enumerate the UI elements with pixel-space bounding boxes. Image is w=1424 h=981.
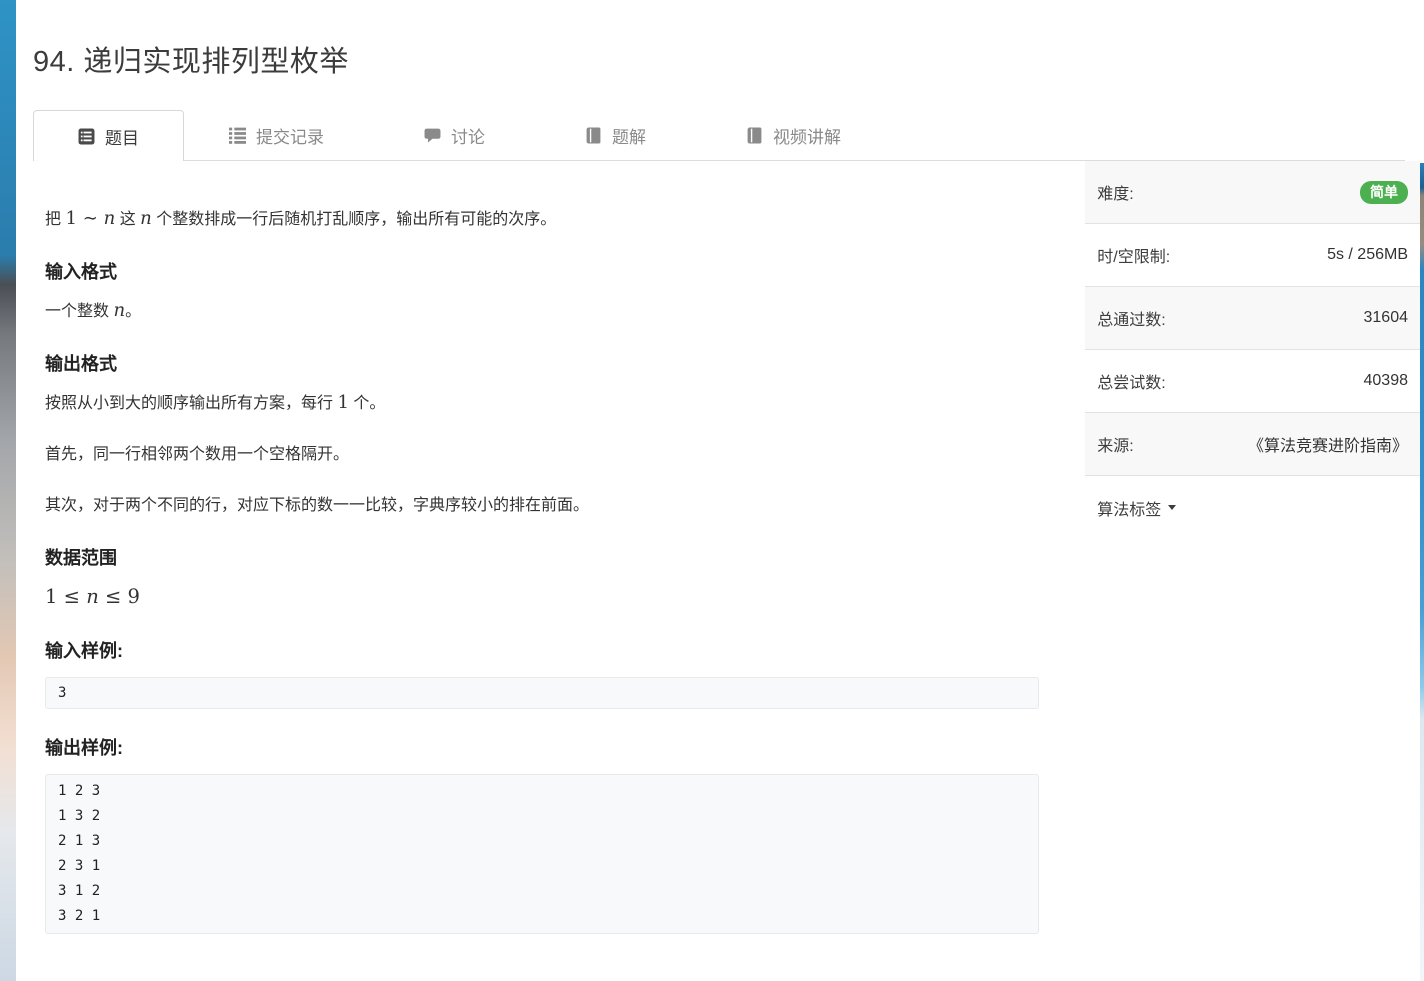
problem-statement: 把 1 ∼ n 这 n 个整数排成一行后随机打乱顺序，输出所有可能的次序。 输入… — [33, 161, 1054, 960]
output-sample-heading: 输出样例: — [45, 738, 123, 758]
input-format-text: 一个整数 n。 — [45, 300, 142, 321]
attempts-value: 40398 — [1363, 372, 1409, 389]
background-art-right — [1420, 163, 1424, 981]
limits-label: 时/空限制: — [1097, 249, 1171, 266]
tab-submissions[interactable]: 提交记录 — [229, 110, 324, 160]
tab-label: 题解 — [612, 127, 646, 147]
book-icon — [585, 127, 602, 144]
output-format-line1: 按照从小到大的顺序输出所有方案，每行 1 个。 — [45, 392, 386, 413]
tab-solutions[interactable]: 题解 — [585, 110, 646, 160]
tab-label: 视频讲解 — [773, 127, 841, 147]
list-alt-icon — [78, 128, 95, 145]
book-icon — [746, 127, 763, 144]
accepted-value: 31604 — [1363, 309, 1409, 326]
tab-label: 提交记录 — [256, 127, 324, 147]
math-one: 1 — [337, 392, 349, 413]
accepted-label: 总通过数: — [1097, 312, 1166, 329]
math-range: 1 ∼ — [65, 208, 104, 229]
sidebar-row-limits: 时/空限制: 5s / 256MB — [1085, 224, 1420, 287]
list-icon — [229, 127, 246, 144]
output-format-line3: 其次，对于两个不同的行，对应下标的数一一比较，字典序较小的排在前面。 — [45, 497, 590, 514]
output-format-line2: 首先，同一行相邻两个数用一个空格隔开。 — [45, 446, 350, 463]
comment-icon — [424, 127, 441, 144]
source-label: 来源: — [1097, 438, 1134, 455]
algorithm-tags-dropdown[interactable]: 算法标签 — [1097, 496, 1177, 520]
sidebar-row-difficulty: 难度: 简单 — [1085, 161, 1420, 224]
input-sample-heading: 输入样例: — [45, 641, 123, 661]
tab-bar: 题目 提交记录 讨论 题解 视频讲解 — [33, 110, 1405, 161]
tab-problem[interactable]: 题目 — [33, 110, 184, 161]
tab-label: 题目 — [105, 128, 139, 148]
math-n: n — [113, 300, 126, 321]
background-art-left — [0, 0, 16, 981]
problem-info-sidebar: 难度: 简单 时/空限制: 5s / 256MB 总通过数: 31604 总尝试… — [1085, 161, 1420, 539]
intro-paragraph: 把 1 ∼ n 这 n 个整数排成一行后随机打乱顺序，输出所有可能的次序。 — [45, 208, 557, 229]
attempts-label: 总尝试数: — [1097, 375, 1166, 392]
tags-label: 算法标签 — [1097, 501, 1162, 519]
difficulty-badge: 简单 — [1360, 180, 1408, 204]
page-title: 94. 递归实现排列型枚举 — [33, 46, 349, 78]
input-sample-code: 3 — [45, 677, 1039, 709]
output-sample-code: 1 2 3 1 3 2 2 1 3 2 3 1 3 1 2 3 2 1 — [45, 774, 1039, 934]
math-n: n — [140, 208, 152, 229]
sidebar-row-attempts: 总尝试数: 40398 — [1085, 350, 1420, 413]
tab-discussion[interactable]: 讨论 — [424, 110, 485, 160]
sidebar-row-tags: 算法标签 — [1085, 476, 1420, 539]
problem-page: 94. 递归实现排列型枚举 题目 提交记录 讨论 题解 视频讲解 把 1 ∼ n… — [16, 0, 1420, 981]
data-range-formula: 1 ≤ n ≤ 9 — [45, 585, 140, 608]
limits-value: 5s / 256MB — [1327, 246, 1408, 263]
output-format-heading: 输出格式 — [45, 354, 117, 374]
difficulty-label: 难度: — [1097, 186, 1134, 203]
tab-video[interactable]: 视频讲解 — [746, 110, 841, 160]
sidebar-row-source: 来源: 《算法竞赛进阶指南》 — [1085, 413, 1420, 476]
tab-label: 讨论 — [451, 127, 485, 147]
sidebar-row-accepted: 总通过数: 31604 — [1085, 287, 1420, 350]
chevron-down-icon — [1168, 505, 1177, 510]
input-format-heading: 输入格式 — [45, 262, 117, 282]
source-value: 《算法竞赛进阶指南》 — [1247, 438, 1408, 455]
data-range-heading: 数据范围 — [45, 548, 117, 568]
